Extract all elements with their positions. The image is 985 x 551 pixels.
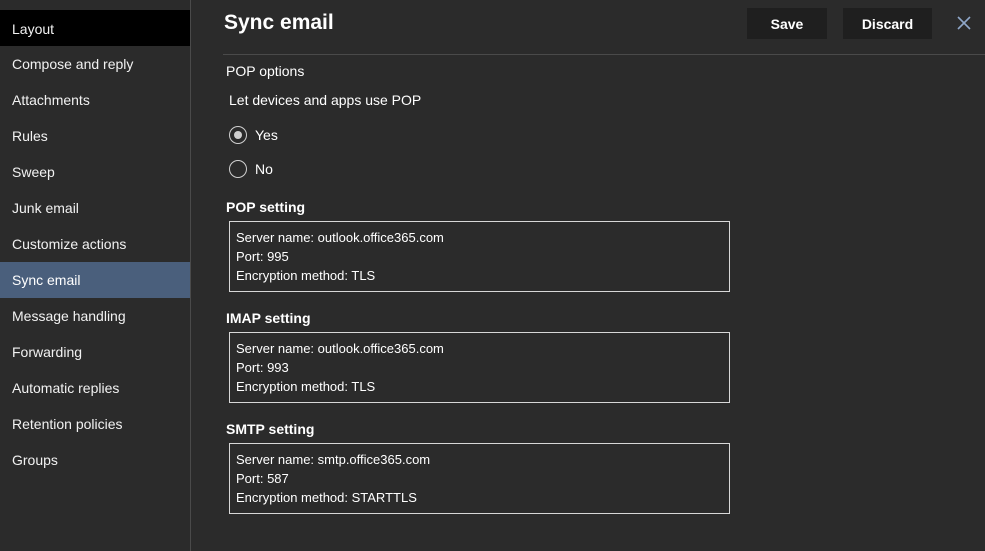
pop-setting-heading: POP setting xyxy=(226,199,306,215)
pop-options-heading: POP options xyxy=(226,63,305,79)
sidebar-item-sweep[interactable]: Sweep xyxy=(0,154,190,190)
sidebar-item-forwarding[interactable]: Forwarding xyxy=(0,334,190,370)
pop-port: Port: 995 xyxy=(236,249,289,264)
sidebar-item-junk-email[interactable]: Junk email xyxy=(0,190,190,226)
close-icon[interactable] xyxy=(954,13,974,33)
sidebar-item-automatic-replies[interactable]: Automatic replies xyxy=(0,370,190,406)
radio-label-yes: Yes xyxy=(255,127,278,143)
smtp-setting-heading: SMTP setting xyxy=(226,421,315,437)
save-button[interactable]: Save xyxy=(747,8,827,39)
sidebar-item-groups[interactable]: Groups xyxy=(0,442,190,478)
smtp-setting-box: Server name: smtp.office365.com Port: 58… xyxy=(229,443,730,514)
settings-panel: Sync email Save Discard POP options Let … xyxy=(191,0,985,551)
sidebar-item-compose-and-reply[interactable]: Compose and reply xyxy=(0,46,190,82)
sidebar-item-message-handling[interactable]: Message handling xyxy=(0,298,190,334)
imap-encryption: Encryption method: TLS xyxy=(236,379,376,394)
radio-button-yes[interactable] xyxy=(229,126,247,144)
radio-selected-dot xyxy=(234,131,242,139)
discard-button[interactable]: Discard xyxy=(843,8,932,39)
sidebar-item-rules[interactable]: Rules xyxy=(0,118,190,154)
pop-server-name: Server name: outlook.office365.com xyxy=(236,230,444,245)
sidebar-item-attachments[interactable]: Attachments xyxy=(0,82,190,118)
imap-setting-heading: IMAP setting xyxy=(226,310,311,326)
sidebar-item-customize-actions[interactable]: Customize actions xyxy=(0,226,190,262)
page-title: Sync email xyxy=(224,11,334,34)
sidebar-item-sync-email[interactable]: Sync email xyxy=(0,262,190,298)
radio-button-no[interactable] xyxy=(229,160,247,178)
smtp-server-name: Server name: smtp.office365.com xyxy=(236,452,431,467)
imap-setting-box: Server name: outlook.office365.com Port:… xyxy=(229,332,730,403)
radio-label-no: No xyxy=(255,161,273,177)
settings-sidebar: Layout Compose and reply Attachments Rul… xyxy=(0,0,191,551)
smtp-encryption: Encryption method: STARTTLS xyxy=(236,490,417,505)
pop-setting-box: Server name: outlook.office365.com Port:… xyxy=(229,221,730,292)
pop-no-option[interactable]: No xyxy=(229,160,273,178)
sidebar-item-retention-policies[interactable]: Retention policies xyxy=(0,406,190,442)
header-divider xyxy=(223,54,985,55)
pop-question-label: Let devices and apps use POP xyxy=(229,92,422,108)
pop-encryption: Encryption method: TLS xyxy=(236,268,376,283)
sidebar-item-layout[interactable]: Layout xyxy=(0,10,190,46)
pop-yes-option[interactable]: Yes xyxy=(229,126,278,144)
imap-server-name: Server name: outlook.office365.com xyxy=(236,341,444,356)
smtp-port: Port: 587 xyxy=(236,471,289,486)
imap-port: Port: 993 xyxy=(236,360,289,375)
